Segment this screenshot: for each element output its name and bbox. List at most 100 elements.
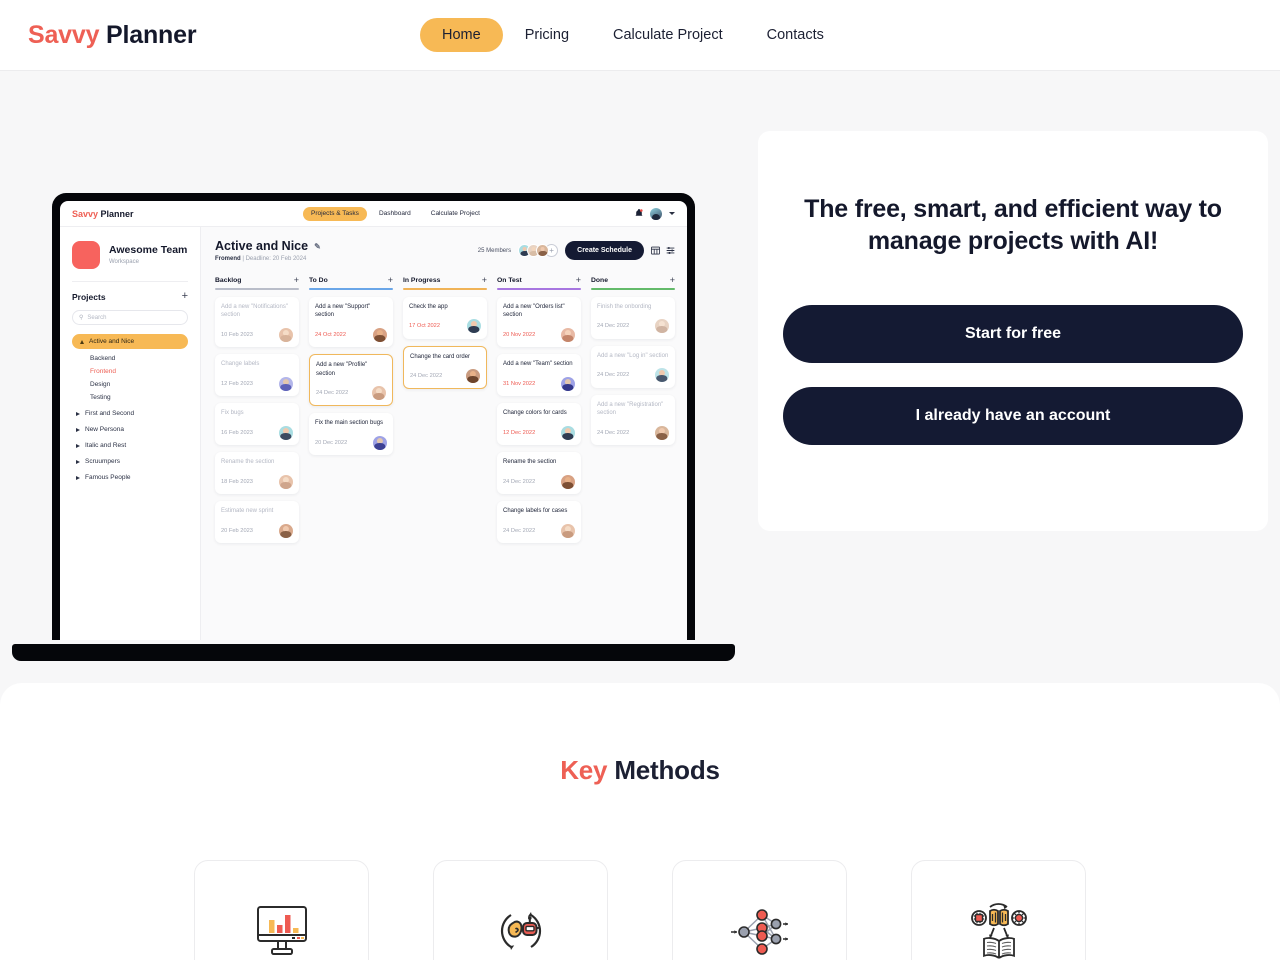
kanban-card[interactable]: Add a new "Orders list" section 20 Nov 2… <box>497 296 581 347</box>
kanban-card[interactable]: Change labels for cases 24 Dec 2022 <box>497 500 581 543</box>
nav-item-calculate-project[interactable]: Calculate Project <box>591 18 745 52</box>
method-card-analytics[interactable] <box>194 860 369 960</box>
column-title: Done <box>591 277 608 284</box>
method-card-machine-learning[interactable] <box>911 860 1086 960</box>
site-logo[interactable]: Savvy Planner <box>28 20 197 50</box>
primary-nav: Home Pricing Calculate Project Contacts <box>420 18 846 52</box>
human-robot-exchange-icon <box>490 903 552 960</box>
card-date: 24 Oct 2022 <box>315 331 346 338</box>
kanban-card[interactable]: Finish the onbording 24 Dec 2022 <box>591 296 675 339</box>
kanban-card[interactable]: Add a new "Support" section 24 Oct 2022 <box>309 296 393 347</box>
kanban-card[interactable]: Add a new "Registration" section 24 Dec … <box>591 394 675 445</box>
neural-network-icon <box>728 903 792 960</box>
card-date: 12 Dec 2022 <box>503 429 536 436</box>
card-title: Change labels <box>221 360 260 367</box>
logo-dark-text: Planner <box>106 20 197 49</box>
column-title: In Progress <box>403 277 441 284</box>
card-title: Fix the main section bugs <box>315 420 384 427</box>
kanban-card[interactable]: Add a new "Team" section 31 Nov 2022 <box>497 353 581 396</box>
app-user-avatar[interactable] <box>650 207 662 220</box>
sidebar-group-first-and-second[interactable]: First and Second <box>72 401 188 417</box>
start-for-free-button[interactable]: Start for free <box>783 305 1243 363</box>
nav-item-home[interactable]: Home <box>420 18 503 52</box>
workspace-name: Awesome Team <box>109 244 188 257</box>
kanban-card[interactable]: Check the app 17 Oct 2022 <box>403 296 487 339</box>
column-header: To Do + <box>309 276 393 288</box>
kanban-card[interactable]: Add a new "Notifications" section 10 Feb… <box>215 296 299 347</box>
column-rule <box>497 288 581 290</box>
create-schedule-button[interactable]: Create Schedule <box>565 241 644 260</box>
card-title: Finish the onbording <box>597 303 652 310</box>
add-card-icon[interactable]: + <box>482 276 487 285</box>
kanban-column-done: Done + Finish the onbording 24 Dec 2022 <box>591 276 675 543</box>
card-date: 31 Nov 2022 <box>503 380 536 387</box>
board-title-row: Active and Nice ✎ <box>215 239 478 253</box>
nav-item-pricing[interactable]: Pricing <box>503 18 591 52</box>
sidebar-group-italic-and-rest[interactable]: Italic and Rest <box>72 433 188 449</box>
notification-bell-icon[interactable] <box>635 209 643 218</box>
sidebar-group-label: First and Second <box>85 410 135 417</box>
project-search-input[interactable]: ⚲ Search <box>72 310 188 325</box>
kanban-column-in-progress: In Progress + Check the app 17 Oct 2022 <box>403 276 487 543</box>
kanban-card[interactable]: Change colors for cards 12 Dec 2022 <box>497 402 581 445</box>
card-date: 17 Oct 2022 <box>409 323 440 330</box>
add-card-icon[interactable]: + <box>670 276 675 285</box>
add-card-icon[interactable]: + <box>388 276 393 285</box>
logo-accent-text: Savvy <box>28 20 100 49</box>
add-card-icon[interactable]: + <box>576 276 581 285</box>
member-avatar-stack[interactable]: + <box>518 244 559 257</box>
method-card-neural-network[interactable] <box>672 860 847 960</box>
kanban-card[interactable]: Change labels 12 Feb 2023 <box>215 353 299 396</box>
app-body: Awesome Team Workspace Projects + ⚲ Sear… <box>60 227 687 640</box>
nav-item-contacts[interactable]: Contacts <box>745 18 846 52</box>
sidebar-subitem-backend[interactable]: Backend <box>72 349 188 362</box>
avatar <box>561 327 575 342</box>
card-date: 24 Dec 2022 <box>503 527 536 534</box>
kanban-card[interactable]: Fix bugs 16 Feb 2023 <box>215 402 299 445</box>
sidebar-group-scruumpers[interactable]: Scruumpers <box>72 449 188 465</box>
add-card-icon[interactable]: + <box>294 276 299 285</box>
app-nav-projects-tasks[interactable]: Projects & Tasks <box>303 206 367 221</box>
chevron-down-icon[interactable] <box>669 212 675 215</box>
grid-view-icon[interactable] <box>651 242 660 260</box>
card-date: 24 Dec 2022 <box>410 373 443 380</box>
app-topbar-right <box>635 207 675 220</box>
members-count: 25 Members <box>477 247 512 254</box>
kanban-card[interactable]: Fix the main section bugs 20 Dec 2022 <box>309 413 393 456</box>
kanban-card[interactable]: Rename the section 18 Feb 2023 <box>215 451 299 494</box>
kanban-card[interactable]: Add a new "Log in" section 24 Dec 2022 <box>591 345 675 388</box>
kanban-card[interactable]: Rename the section 24 Dec 2022 <box>497 451 581 494</box>
already-have-account-button[interactable]: I already have an account <box>783 387 1243 445</box>
kanban-columns: Backlog + Add a new "Notifications" sect… <box>215 276 675 543</box>
card-title: Add a new "Support" section <box>315 303 371 319</box>
method-card-human-ai[interactable] <box>433 860 608 960</box>
app-nav-dashboard[interactable]: Dashboard <box>371 207 419 221</box>
app-nav-calculate-project[interactable]: Calculate Project <box>423 207 488 221</box>
edit-pencil-icon[interactable]: ✎ <box>314 242 321 251</box>
avatar <box>561 474 575 489</box>
sidebar-project-active-and-nice[interactable]: Active and Nice <box>72 334 188 349</box>
column-rule <box>215 288 299 290</box>
column-header: In Progress + <box>403 276 487 288</box>
sidebar-subitem-frontend[interactable]: Frontend <box>72 362 188 375</box>
hero-title: The free, smart, and efficient way to ma… <box>804 195 1222 255</box>
laptop-base <box>12 644 735 661</box>
sidebar-subitem-design[interactable]: Design <box>72 375 188 388</box>
method-card-list <box>0 860 1280 960</box>
workspace-header[interactable]: Awesome Team Workspace <box>72 241 188 269</box>
filter-view-icon[interactable] <box>666 242 675 260</box>
add-project-icon[interactable]: + <box>182 291 188 302</box>
kanban-card-selected[interactable]: Change the card order 24 Dec 2022 <box>403 345 487 390</box>
active-project-label: Active and Nice <box>89 338 135 345</box>
app-topbar: Savvy Planner Projects & Tasks Dashboard… <box>60 201 687 227</box>
hero-card: The free, smart, and efficient way to ma… <box>758 131 1268 531</box>
kanban-card-selected[interactable]: Add a new "Profile" section 24 Dec 2022 <box>309 353 393 407</box>
sidebar-subitem-testing[interactable]: Testing <box>72 388 188 401</box>
kanban-card[interactable]: Estimate new sprint 20 Feb 2023 <box>215 500 299 543</box>
sidebar-group-famous-people[interactable]: Famous People <box>72 465 188 481</box>
methods-title-dark: Methods <box>614 755 720 785</box>
sidebar-group-label: Scruumpers <box>85 458 121 465</box>
sidebar-group-new-persona[interactable]: New Persona <box>72 417 188 433</box>
chevron-right-icon <box>76 427 80 432</box>
chevron-right-icon <box>76 459 80 464</box>
